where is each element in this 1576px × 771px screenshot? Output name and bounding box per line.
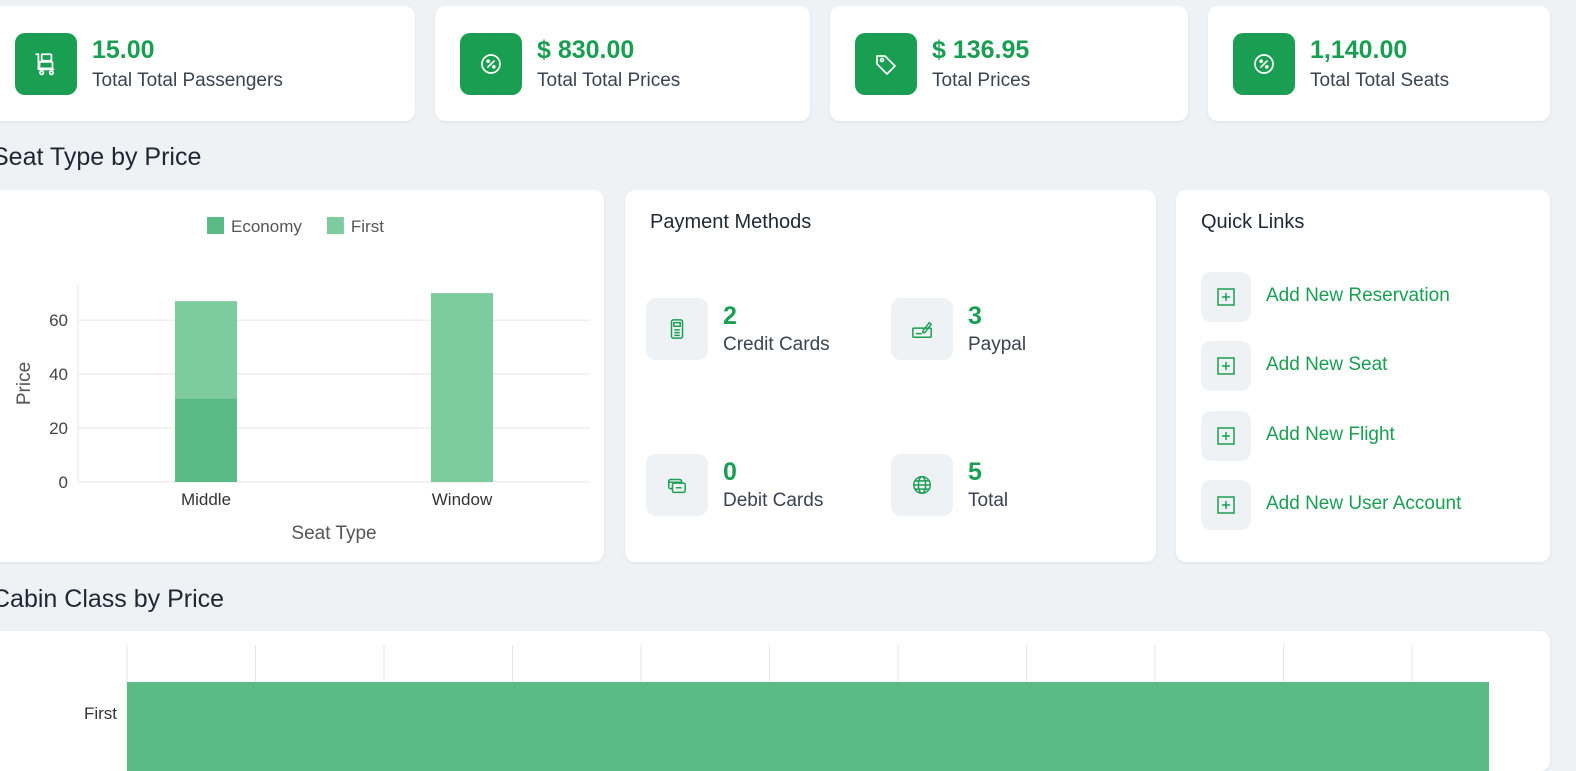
plus-square-icon bbox=[1201, 272, 1251, 322]
seat-type-chart: Economy First 0 20 40 60 Middle Window Seat Typ… bbox=[14, 217, 590, 544]
stat-label: Total Total Seats bbox=[1310, 70, 1450, 91]
legend-label: Economy bbox=[231, 217, 302, 236]
cabin-class-chart-card: First bbox=[0, 631, 1550, 771]
quick-link-label[interactable]: Add New Reservation bbox=[1266, 285, 1450, 307]
chart-bars bbox=[175, 293, 493, 482]
y-tick-label: 20 bbox=[49, 419, 68, 438]
stat-value: $ 830.00 bbox=[537, 36, 635, 64]
payment-label: Credit Cards bbox=[723, 334, 830, 355]
legend-swatch bbox=[207, 217, 224, 234]
stat-label: Total Total Passengers bbox=[92, 70, 283, 91]
stat-card-total-prices: $ 830.00 Total Total Prices bbox=[435, 6, 810, 121]
percent-badge-icon bbox=[1233, 33, 1295, 95]
payment-value: 0 bbox=[723, 458, 737, 486]
cheque-signature-icon bbox=[891, 298, 953, 360]
quick-link-add-seat[interactable]: Add New Seat bbox=[1201, 341, 1541, 391]
payment-methods-card: Payment Methods 2 Credit Cards 3 Paypal … bbox=[625, 190, 1156, 562]
bar-economy-middle[interactable] bbox=[175, 398, 237, 482]
payment-label: Paypal bbox=[968, 334, 1027, 355]
stat-value: $ 136.95 bbox=[932, 36, 1030, 64]
payment-label: Debit Cards bbox=[723, 490, 824, 511]
quick-link-add-reservation[interactable]: Add New Reservation bbox=[1201, 272, 1541, 322]
x-tick-label: Window bbox=[432, 490, 493, 509]
y-tick-label: 40 bbox=[49, 365, 68, 384]
plus-square-icon bbox=[1201, 341, 1251, 391]
x-tick-label: Middle bbox=[181, 490, 231, 509]
price-tag-icon bbox=[855, 33, 917, 95]
payment-value: 2 bbox=[723, 302, 737, 330]
quick-links-title: Quick Links bbox=[1201, 211, 1305, 233]
chart-legend: Economy First bbox=[207, 217, 384, 236]
bar-first-window[interactable] bbox=[431, 293, 493, 482]
x-axis-label: Seat Type bbox=[291, 523, 376, 544]
chart-axes: 0 20 40 60 Middle Window Seat Type Price bbox=[14, 285, 493, 544]
quick-link-label[interactable]: Add New Flight bbox=[1266, 424, 1395, 446]
credit-card-terminal-icon bbox=[646, 298, 708, 360]
stat-card-prices: $ 136.95 Total Prices bbox=[830, 6, 1188, 121]
payment-value: 3 bbox=[968, 302, 982, 330]
chart-bars: First bbox=[84, 682, 1489, 771]
quick-link-add-flight[interactable]: Add New Flight bbox=[1201, 411, 1541, 461]
cabin-class-chart: First bbox=[84, 645, 1489, 771]
quick-link-label[interactable]: Add New User Account bbox=[1266, 493, 1461, 515]
section-title-cabin-class: Cabin Class by Price bbox=[0, 585, 225, 613]
stat-card-passengers: 15.00 Total Total Passengers bbox=[0, 6, 415, 121]
stat-value: 1,140.00 bbox=[1310, 36, 1408, 64]
legend-label: First bbox=[351, 217, 384, 236]
payment-methods-title: Payment Methods bbox=[650, 211, 812, 233]
quick-link-add-user-account[interactable]: Add New User Account bbox=[1201, 480, 1541, 530]
percent-badge-icon bbox=[460, 33, 522, 95]
y-axis-label: Price bbox=[14, 362, 35, 405]
y-tick-label: First bbox=[84, 704, 117, 723]
payment-value: 5 bbox=[968, 458, 982, 486]
globe-icon bbox=[891, 454, 953, 516]
section-title-seat-type: Seat Type by Price bbox=[0, 143, 202, 171]
stat-label: Total Prices bbox=[932, 70, 1031, 91]
bar-first-middle[interactable] bbox=[175, 301, 237, 399]
luggage-cart-icon bbox=[15, 33, 77, 95]
chart-grid bbox=[78, 319, 590, 483]
payment-label: Total bbox=[968, 490, 1009, 511]
card-swipe-icon bbox=[646, 454, 708, 516]
quick-link-label[interactable]: Add New Seat bbox=[1266, 354, 1387, 376]
bar-first[interactable] bbox=[127, 682, 1489, 771]
seat-type-chart-card: Economy First 0 20 40 60 Middle Window Seat Typ… bbox=[0, 190, 604, 562]
quick-links-card: Quick Links Add New Reservation Add New … bbox=[1176, 190, 1550, 562]
legend-swatch bbox=[326, 217, 344, 234]
stat-card-seats: 1,140.00 Total Total Seats bbox=[1208, 6, 1550, 121]
y-tick-label: 0 bbox=[59, 473, 68, 492]
plus-square-icon bbox=[1201, 480, 1251, 530]
y-tick-label: 60 bbox=[49, 311, 68, 330]
plus-square-icon bbox=[1201, 411, 1251, 461]
stat-value: 15.00 bbox=[92, 36, 155, 64]
stat-label: Total Total Prices bbox=[537, 70, 681, 91]
